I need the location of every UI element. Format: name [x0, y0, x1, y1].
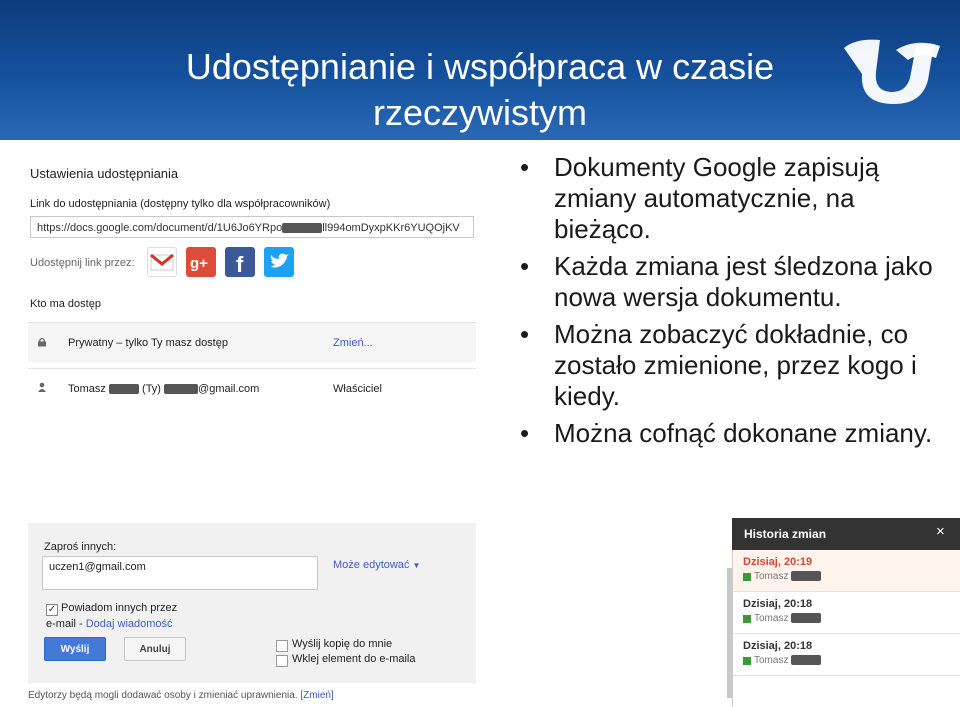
- lock-icon: [38, 337, 46, 347]
- owner-name: Tomasz: [68, 383, 106, 395]
- facebook-icon: f: [236, 252, 244, 277]
- revision-user-name: Tomasz: [754, 613, 789, 624]
- paste-into-email-checkbox[interactable]: [276, 655, 288, 667]
- revision-user: Tomasz: [754, 655, 822, 666]
- user-color-dot: [743, 573, 751, 581]
- send-button[interactable]: Wyślij: [44, 637, 106, 661]
- redaction-bar: [791, 571, 822, 582]
- share-link-field[interactable]: https://docs.google.com/document/d/1U6Jo…: [30, 216, 474, 238]
- slide-title: Udostępnianie i współpraca w czasie rzec…: [0, 44, 960, 136]
- share-link-url-end: ll994omDyxpKKr6YUQOjKV: [322, 222, 460, 234]
- owner-email-domain: @gmail.com: [198, 383, 260, 395]
- revision-history-title: Historia zmian: [744, 527, 827, 541]
- who-has-access-heading: Kto ma dostęp: [30, 298, 101, 310]
- paste-into-email-label: Wklej element do e-maila: [292, 653, 416, 665]
- bullet-item: Można cofnąć dokonane zmiany.: [520, 418, 950, 449]
- revision-user: Tomasz: [754, 613, 822, 624]
- facebook-share-button[interactable]: f: [225, 247, 255, 277]
- invite-email-field[interactable]: uczen1@gmail.com: [42, 556, 318, 590]
- notify-label-email: e-mail: [46, 618, 76, 630]
- bullet-item: Dokumenty Google zapisują zmiany automat…: [520, 152, 950, 245]
- owner-role: Właściciel: [333, 383, 382, 395]
- visibility-text: Prywatny – tylko Ty masz dostęp: [68, 337, 228, 349]
- notify-label: Powiadom innych przez: [61, 602, 178, 614]
- user-color-dot: [743, 657, 751, 665]
- gmail-icon: [150, 253, 174, 271]
- redaction-bar: [791, 613, 822, 624]
- cancel-button[interactable]: Anuluj: [124, 637, 186, 661]
- permission-dropdown[interactable]: Może edytować ▼: [333, 559, 420, 571]
- editors-footer: Edytorzy będą mogli dodawać osoby i zmie…: [28, 690, 334, 701]
- owner-identity: Tomasz (Ty) @gmail.com: [68, 383, 259, 395]
- twitter-icon: [270, 253, 289, 268]
- close-icon[interactable]: ×: [936, 523, 945, 540]
- revision-time: Dzisiaj, 20:19: [743, 556, 813, 568]
- user-color-dot: [743, 615, 751, 623]
- change-visibility-link[interactable]: Zmień...: [333, 337, 373, 349]
- notify-checkbox[interactable]: ✓: [46, 604, 58, 616]
- revision-user-name: Tomasz: [754, 571, 789, 582]
- owner-you-tag: (Ty): [142, 383, 161, 395]
- sharing-settings-title: Ustawienia udostępniania: [30, 166, 179, 181]
- share-via-label: Udostępnij link przez:: [30, 257, 135, 269]
- university-logo: [844, 39, 940, 104]
- revision-user-name: Tomasz: [754, 655, 789, 666]
- chevron-down-icon: ▼: [412, 561, 421, 570]
- revision-time: Dzisiaj, 20:18: [743, 640, 813, 652]
- svg-text:f: f: [236, 252, 244, 277]
- slide-title-line1: Udostępnianie i współpraca w czasie: [185, 46, 775, 87]
- slide-title-line2: rzeczywistym: [373, 92, 587, 133]
- notify-email-row: e-mail - Dodaj wiadomość: [46, 618, 173, 630]
- google-plus-share-button[interactable]: g+: [186, 247, 216, 277]
- twitter-share-button[interactable]: [264, 247, 294, 277]
- copy-to-me-checkbox[interactable]: [276, 640, 288, 652]
- redaction-bar: [282, 223, 323, 234]
- share-link-label: Link do udostępniania (dostępny tylko dl…: [30, 198, 331, 210]
- redaction-bar: [164, 384, 199, 395]
- invite-label: Zaproś innych:: [44, 541, 117, 553]
- google-plus-icon: g+: [190, 255, 208, 272]
- redaction-bar: [108, 384, 139, 395]
- revision-user: Tomasz: [754, 571, 822, 582]
- copy-to-me-label: Wyślij kopię do mnie: [292, 638, 393, 650]
- bullet-item: Każda zmiana jest śledzona jako nowa wer…: [520, 251, 950, 313]
- share-link-url-start: https://docs.google.com/document/d/1U6Jo…: [37, 222, 283, 234]
- svg-text:g+: g+: [190, 255, 208, 272]
- add-message-link[interactable]: Dodaj wiadomość: [86, 618, 173, 630]
- change-editors-link[interactable]: [Zmień]: [300, 690, 333, 701]
- editors-footer-text: Edytorzy będą mogli dodawać osoby i zmie…: [28, 690, 298, 701]
- bullet-list: Dokumenty Google zapisują zmiany automat…: [520, 152, 950, 455]
- redaction-bar: [791, 655, 822, 666]
- gmail-share-button[interactable]: [147, 247, 177, 277]
- permission-dropdown-label: Może edytować: [333, 559, 410, 571]
- person-icon: [38, 382, 46, 392]
- bullet-item: Można zobaczyć dokładnie, co zostało zmi…: [520, 319, 950, 412]
- revision-time: Dzisiaj, 20:18: [743, 598, 813, 610]
